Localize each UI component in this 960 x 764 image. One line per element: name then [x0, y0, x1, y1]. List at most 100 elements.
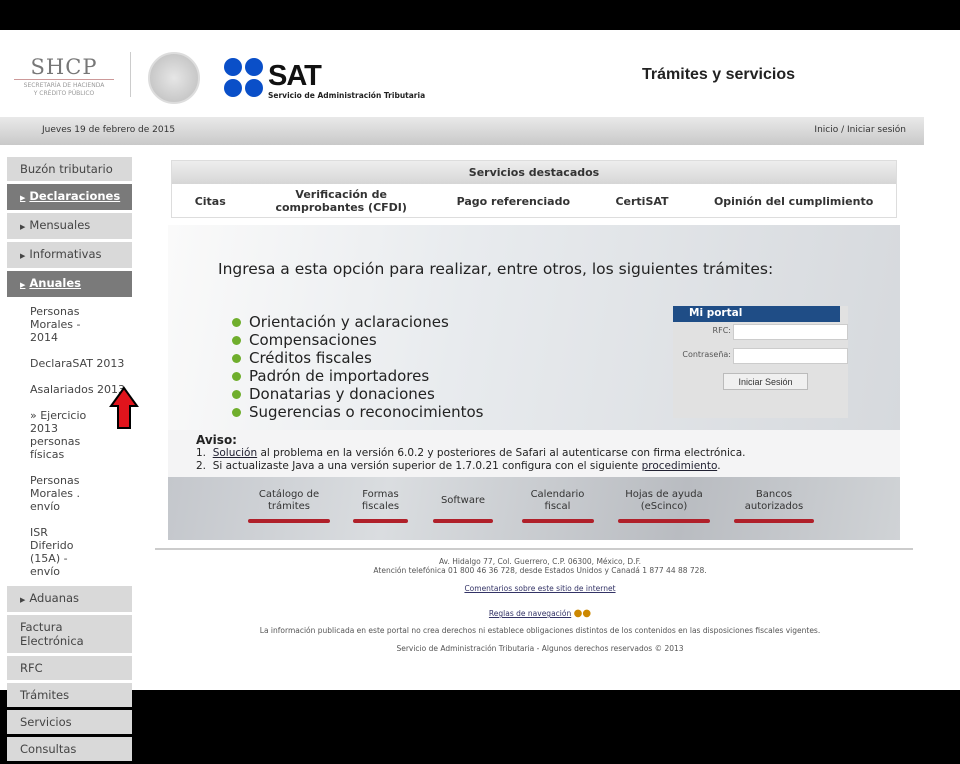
list-item-label: Orientación y aclaraciones [249, 313, 449, 331]
navigation-rules-link[interactable]: Reglas de navegación [489, 609, 571, 618]
featured-opinion[interactable]: Opinión del cumplimiento [714, 195, 873, 208]
list-item[interactable]: Créditos fiscales [232, 349, 483, 367]
footer-address: Av. Hidalgo 77, Col. Guerrero, C.P. 0630… [438, 557, 642, 566]
sidebar-item-rfc[interactable]: RFC [7, 656, 132, 680]
bullet-icon [232, 318, 241, 327]
featured-cfdi[interactable]: Verificación de comprobantes (CFDI) [271, 188, 411, 214]
sidebar-item-label: Factura Electrónica [20, 620, 84, 648]
footer-divider [155, 548, 913, 550]
sublink-personas-morales-2014[interactable]: Personas Morales - 2014 [7, 305, 87, 344]
page-title: Trámites y servicios [642, 66, 795, 83]
portal-title: Mi portal [673, 306, 840, 322]
sidebar-item-mensuales[interactable]: ▶ Mensuales [7, 213, 132, 239]
sublink-personas-morales-envio[interactable]: Personas Morales . envío [7, 474, 102, 513]
sidebar-item-label: Informativas [29, 247, 102, 261]
featured-citas[interactable]: Citas [195, 195, 226, 208]
list-item[interactable]: Donatarias y donaciones [232, 385, 483, 403]
underline-bar [248, 519, 330, 523]
sublink-ejercicio-2013[interactable]: » Ejercicio 2013 personas físicas [7, 409, 107, 461]
list-item[interactable]: Padrón de importadores [232, 367, 483, 385]
quicklink-label: Calendario fiscal [530, 489, 585, 512]
sidebar-item-buzon[interactable]: Buzón tributario [7, 157, 132, 181]
quicklink-label: Formas fiscales [361, 489, 400, 512]
quicklink-label: Bancos autorizados [744, 489, 804, 512]
underline-bar [433, 519, 493, 523]
sidebar-item-label: Anuales [29, 276, 82, 290]
sidebar-item-servicios[interactable]: Servicios [7, 710, 132, 734]
national-seal-icon [148, 52, 200, 104]
sidebar-item-label: Trámites [20, 688, 70, 702]
bullet-icon [232, 336, 241, 345]
navigation-rules-icon: ●● [573, 608, 592, 619]
notice-title: Aviso: [196, 433, 237, 447]
current-date: Jueves 19 de febrero de 2015 [42, 125, 176, 135]
featured-certisat[interactable]: CertiSAT [615, 195, 668, 208]
quicklink-calendario[interactable]: Calendario fiscal [520, 489, 595, 523]
footer-comments: Comentarios sobre este sitio de internet [160, 584, 920, 593]
sidebar-item-aduanas[interactable]: ▶ Aduanas [7, 586, 132, 612]
sublink-isr-diferido[interactable]: ISR Diferido (15A) - envío [7, 526, 87, 578]
list-item[interactable]: Sugerencias o reconocimientos [232, 403, 484, 421]
tramites-list: Orientación y aclaraciones Compensacione… [232, 313, 484, 421]
quicklink-label: Hojas de ayuda (eScinco) [625, 489, 703, 512]
password-input[interactable] [733, 348, 848, 364]
sidebar-item-label: RFC [20, 661, 43, 675]
arrow-right-icon: ▶ [20, 223, 26, 231]
sidebar-item-declaraciones[interactable]: ▶ Declaraciones [7, 184, 132, 210]
sidebar-item-label: Mensuales [29, 218, 91, 232]
sidebar-item-informativas[interactable]: ▶ Informativas [7, 242, 132, 268]
procedimiento-link[interactable]: procedimiento [642, 460, 718, 472]
footer-disclaimer: La información publicada en este portal … [259, 626, 821, 635]
quick-links: Catálogo de trámites Formas fiscales Sof… [168, 477, 900, 540]
list-item[interactable]: Orientación y aclaraciones [232, 313, 483, 331]
featured-pago-referenciado[interactable]: Pago referenciado [457, 195, 570, 208]
quicklink-label: Software [440, 495, 486, 506]
list-item-label: Sugerencias o reconocimientos [249, 403, 484, 421]
quicklink-hojas-ayuda[interactable]: Hojas de ayuda (eScinco) [618, 489, 710, 523]
sat-page: SHCP SECRETARÍA DE HACIENDA Y CRÉDITO PÚ… [0, 30, 960, 761]
featured-services: Servicios destacados Citas Verificación … [171, 160, 897, 218]
underline-bar [618, 519, 710, 523]
sidebar-item-label: Aduanas [29, 591, 80, 605]
solucion-link[interactable]: Solución [213, 447, 257, 459]
shcp-logo[interactable]: SHCP SECRETARÍA DE HACIENDA Y CRÉDITO PÚ… [14, 55, 114, 98]
bullet-icon [232, 408, 241, 417]
login-button[interactable]: Iniciar Sesión [723, 373, 808, 390]
underline-bar [353, 519, 408, 523]
quicklink-bancos[interactable]: Bancos autorizados [734, 489, 814, 523]
rfc-input[interactable] [733, 324, 848, 340]
sublink-declarasat-2013[interactable]: DeclaraSAT 2013 [7, 357, 132, 370]
arrow-right-icon: ▶ [20, 596, 26, 604]
login-link[interactable]: Inicio / Iniciar sesión [814, 125, 906, 135]
arrow-right-icon: ▶ [20, 252, 26, 260]
sidebar-item-label: Buzón tributario [20, 162, 113, 176]
footer-rules: Reglas de navegación ●● [160, 608, 920, 619]
underline-bar [521, 519, 594, 523]
arrow-right-icon: ▶ [20, 281, 26, 289]
underline-bar [734, 519, 814, 523]
list-item-label: Padrón de importadores [249, 367, 430, 385]
sat-subtitle: Servicio de Administración Tributaria [268, 91, 426, 100]
quicklink-label: Catálogo de trámites [258, 489, 320, 512]
sat-logo-icon[interactable] [224, 58, 264, 98]
notice: Aviso: 1. Solución al problema en la ver… [168, 430, 900, 477]
comments-link[interactable]: Comentarios sobre este sitio de internet [464, 584, 615, 593]
list-item-label: Compensaciones [249, 331, 377, 349]
quicklink-formas[interactable]: Formas fiscales [353, 489, 408, 523]
footer-phone: Atención telefónica 01 800 46 36 728, de… [373, 566, 707, 575]
list-item-label: Donatarias y donaciones [249, 385, 435, 403]
notice-text: Si actualizaste Java a una versión super… [212, 460, 642, 472]
list-item-label: Créditos fiscales [249, 349, 372, 367]
sidebar-item-tramites[interactable]: Trámites [7, 683, 132, 707]
arrow-right-icon: ▶ [20, 194, 26, 202]
sidebar-item-consultas[interactable]: Consultas [7, 737, 132, 761]
sidebar-item-factura[interactable]: Factura Electrónica [7, 615, 132, 653]
notice-item-1: 1. Solución al problema en la versión 6.… [196, 447, 746, 459]
panel-intro: Ingresa a esta opción para realizar, ent… [218, 260, 774, 278]
quicklink-software[interactable]: Software [433, 495, 493, 523]
sidebar: Buzón tributario ▶ Declaraciones ▶ Mensual… [7, 157, 132, 764]
list-item[interactable]: Compensaciones [232, 331, 483, 349]
quicklink-catalogo[interactable]: Catálogo de trámites [248, 489, 330, 523]
mi-portal-login: Mi portal RFC: Contraseña: Iniciar Sesió… [673, 306, 848, 418]
sidebar-item-anuales[interactable]: ▶ Anuales [7, 271, 132, 297]
